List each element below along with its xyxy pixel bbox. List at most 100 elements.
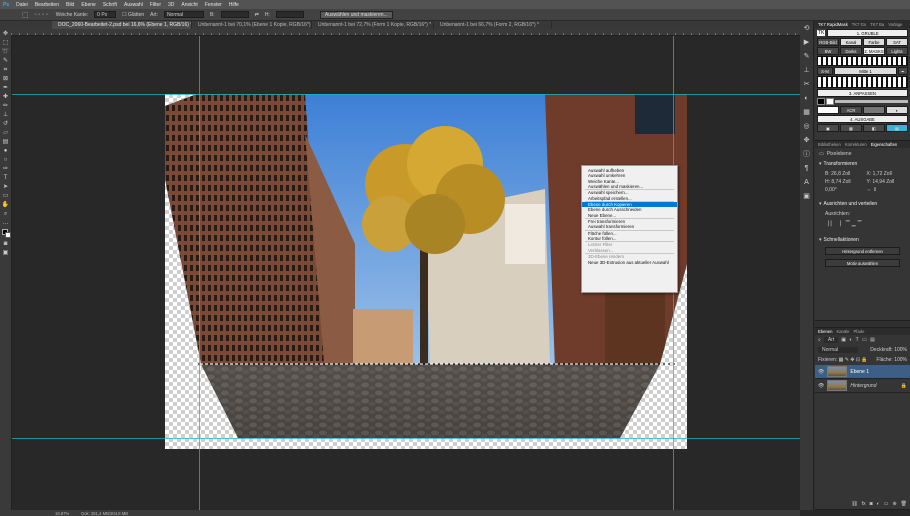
tab-adjustments[interactable]: Korrekturen (845, 142, 867, 147)
transform-y-value[interactable]: Y: 14,94 Zoll (867, 179, 907, 185)
btn-white[interactable] (817, 106, 839, 114)
tab-channels[interactable]: Kanäle (836, 329, 849, 334)
menu-item-file[interactable]: Datei (16, 2, 28, 8)
collapse-arrow-icon[interactable]: ▾ (819, 201, 822, 207)
layer-name[interactable]: Hintergrund (850, 383, 876, 389)
btn-fill[interactable]: ◐ (886, 106, 908, 114)
tab-vorlage[interactable]: Vorlage (888, 22, 902, 27)
swap-icon[interactable]: ⇄ (255, 12, 259, 18)
tab-rapidmask[interactable]: TK7 RapidMask (818, 22, 848, 27)
menu-item-view[interactable]: Ansicht (181, 2, 197, 8)
link-icon[interactable]: ⛓ (851, 501, 857, 507)
btn-lights[interactable]: Lights (886, 47, 908, 55)
output-btn-1[interactable]: ▣ (817, 124, 839, 132)
marquee-tool-icon[interactable]: ⬚ (2, 40, 10, 47)
trash-icon[interactable]: 🗑 (901, 501, 907, 507)
btn-kanal[interactable]: Kanal (840, 38, 862, 46)
menu-item-type[interactable]: Schrift (103, 2, 117, 8)
color-icon[interactable]: ◐ (803, 95, 811, 103)
blur-tool-icon[interactable]: ● (2, 148, 10, 155)
visibility-eye-icon[interactable]: 👁 (818, 369, 824, 375)
filter-kind-select[interactable]: Art (823, 337, 839, 343)
eyedropper-button[interactable]: ✒ (898, 67, 908, 75)
zone-strip-2[interactable] (817, 76, 908, 88)
btn-grey[interactable] (863, 106, 885, 114)
eraser-icon[interactable]: ▱ (2, 130, 10, 137)
tab-document-2[interactable]: Unbenannt-1 bei 70,1% (Ebene 1 Kopie, RG… (192, 21, 312, 29)
antialias-checkbox[interactable]: ☐ Glätten (122, 12, 144, 18)
masks-header[interactable]: 2. MASKS (863, 47, 885, 55)
btn-sm[interactable]: S-M (817, 67, 833, 75)
output-header[interactable]: 4. AUSGABE (817, 115, 908, 123)
swatches-icon[interactable]: ▦ (803, 109, 811, 117)
new-layer-icon[interactable]: ⊕ (892, 501, 896, 507)
paragraph-icon[interactable]: ¶ (803, 165, 811, 173)
selection-mode-icons[interactable]: ▫▫▫▫ (35, 12, 50, 18)
menu-new-3d-extrusion[interactable]: Neue 3D-Extrusion aus aktueller Auswahl (582, 260, 677, 265)
adjust-header[interactable]: 3. ANPASSEN (817, 89, 908, 97)
play-icon[interactable]: ▶ (803, 39, 811, 47)
adjust-slider[interactable] (835, 100, 908, 103)
filter-search-icon[interactable]: ⌕ (818, 337, 821, 343)
gruble-header[interactable]: 1. GRUBLE (827, 29, 908, 37)
tab-document-4[interactable]: Unbenannt-1 bei 66,7% (Form 2, RGB/16*) … (434, 21, 552, 29)
output-btn-2[interactable]: ▦ (840, 124, 862, 132)
frame-tool-icon[interactable]: ⊠ (2, 76, 10, 83)
tab-layers[interactable]: Ebenen (818, 329, 832, 334)
clone-stamp-icon[interactable]: ⊥ (2, 112, 10, 119)
fx-icon[interactable]: fx (862, 501, 866, 507)
quick-select-icon[interactable]: ✎ (2, 58, 10, 65)
ps-logo-icon[interactable]: Ps (3, 2, 9, 8)
path-select-icon[interactable]: ➤ (2, 184, 10, 191)
ruler-horizontal[interactable] (11, 29, 800, 36)
remove-background-button[interactable]: Hintergrund entfernen (825, 247, 900, 255)
group-icon[interactable]: ▭ (884, 501, 889, 507)
layer-row-background[interactable]: 👁 Hintergrund 🔒 (815, 379, 910, 393)
dodge-tool-icon[interactable]: ○ (2, 157, 10, 164)
clone-source-icon[interactable]: ⊥ (803, 67, 811, 75)
menu-item-image[interactable]: Bild (66, 2, 74, 8)
layer-filter-icons[interactable]: ▣ ◐ T ▭ ▤ (841, 337, 876, 343)
feather-input[interactable]: 0 Px (94, 11, 117, 18)
adjustment-icon[interactable]: ◐ (877, 501, 880, 507)
marquee-tool-icon[interactable]: ⬚ (22, 11, 29, 19)
tab-document-3[interactable]: Unbenannt-1 bei 72,7% (Form 1 Kopie, RGB… (312, 21, 434, 29)
tab-libraries[interactable]: Bibliotheken (818, 142, 841, 147)
btn-sat[interactable]: SAT (886, 38, 908, 46)
menu-item-select[interactable]: Auswahl (124, 2, 143, 8)
quick-mask-icon[interactable]: ◙ (2, 241, 10, 248)
brush-tool-icon[interactable]: ✏ (2, 103, 10, 110)
tab-tk7-ba[interactable]: TK7 Ba (870, 22, 884, 27)
fill-value[interactable]: 100% (894, 357, 907, 363)
history-icon[interactable]: ⟲ (803, 25, 811, 33)
btn-darks[interactable]: Darks (840, 47, 862, 55)
move-tool-icon[interactable]: ✥ (2, 31, 10, 38)
btn-mitte[interactable]: Mitte 1 (834, 67, 897, 75)
tab-properties[interactable]: Eigenschaften (871, 142, 898, 147)
output-btn-3[interactable]: ◧ (863, 124, 885, 132)
select-and-mask-button[interactable]: Auswählen und maskieren... (319, 10, 393, 19)
shape-tool-icon[interactable]: ▭ (2, 193, 10, 200)
channels-icon[interactable]: ◎ (803, 123, 811, 131)
btn-bw[interactable]: BW (817, 47, 839, 55)
brush-settings-icon[interactable]: ✎ (803, 53, 811, 61)
transform-angle-value[interactable]: 0,00° (825, 187, 865, 193)
more-tools-icon[interactable]: … (2, 220, 10, 227)
color-swatches-icon[interactable] (1, 229, 11, 239)
character-icon[interactable]: A (803, 179, 811, 187)
crop-tool-icon[interactable]: ⌗ (2, 67, 10, 74)
menu-item-help[interactable]: Hilfe (229, 2, 239, 8)
lasso-tool-icon[interactable]: ➰ (2, 49, 10, 56)
hand-tool-icon[interactable]: ✋ (2, 202, 10, 209)
zone-strip[interactable] (817, 56, 908, 66)
eyedropper-icon[interactable]: ✒ (2, 85, 10, 92)
tab-tk7-go[interactable]: TK7 Go (852, 22, 866, 27)
transform-x-value[interactable]: X: 1,72 Zoll (867, 171, 907, 177)
guide-horizontal-2[interactable] (12, 438, 800, 439)
black-swatch[interactable] (817, 98, 825, 105)
type-tool-icon[interactable]: T (2, 175, 10, 182)
mask-icon[interactable]: ◙ (870, 501, 873, 507)
blend-mode-select[interactable]: Normal (818, 347, 858, 353)
white-swatch[interactable] (826, 98, 834, 105)
output-btn-4[interactable]: ▤ (886, 124, 908, 132)
